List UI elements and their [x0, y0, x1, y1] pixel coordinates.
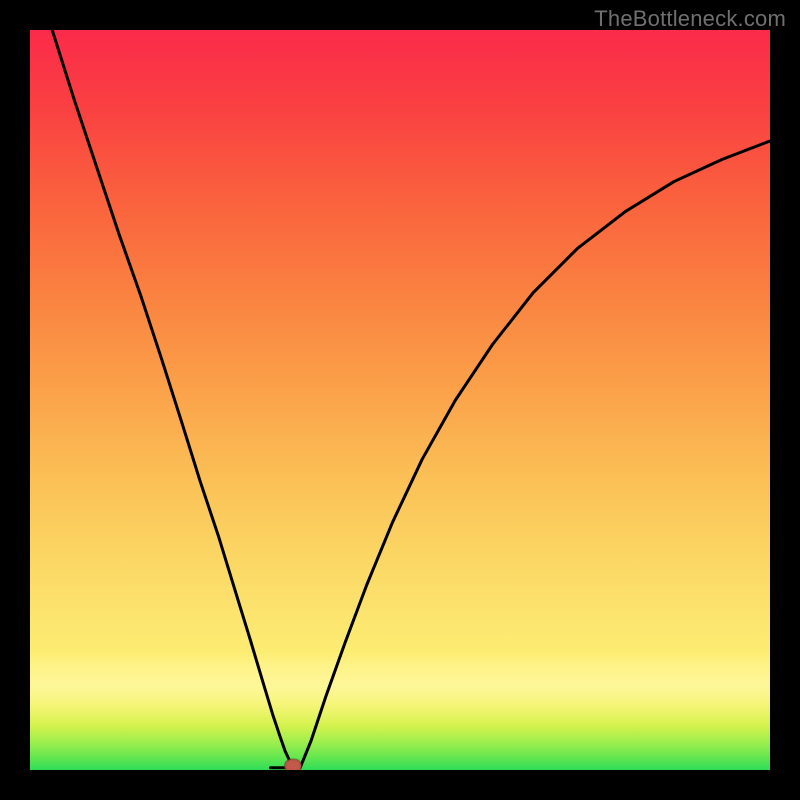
- chart-frame: TheBottleneck.com: [0, 0, 800, 800]
- optimal-point-marker: [285, 760, 301, 770]
- plot-area: [30, 30, 770, 770]
- bottleneck-curve: [52, 30, 770, 768]
- watermark-text: TheBottleneck.com: [594, 6, 786, 32]
- curve-svg: [30, 30, 770, 770]
